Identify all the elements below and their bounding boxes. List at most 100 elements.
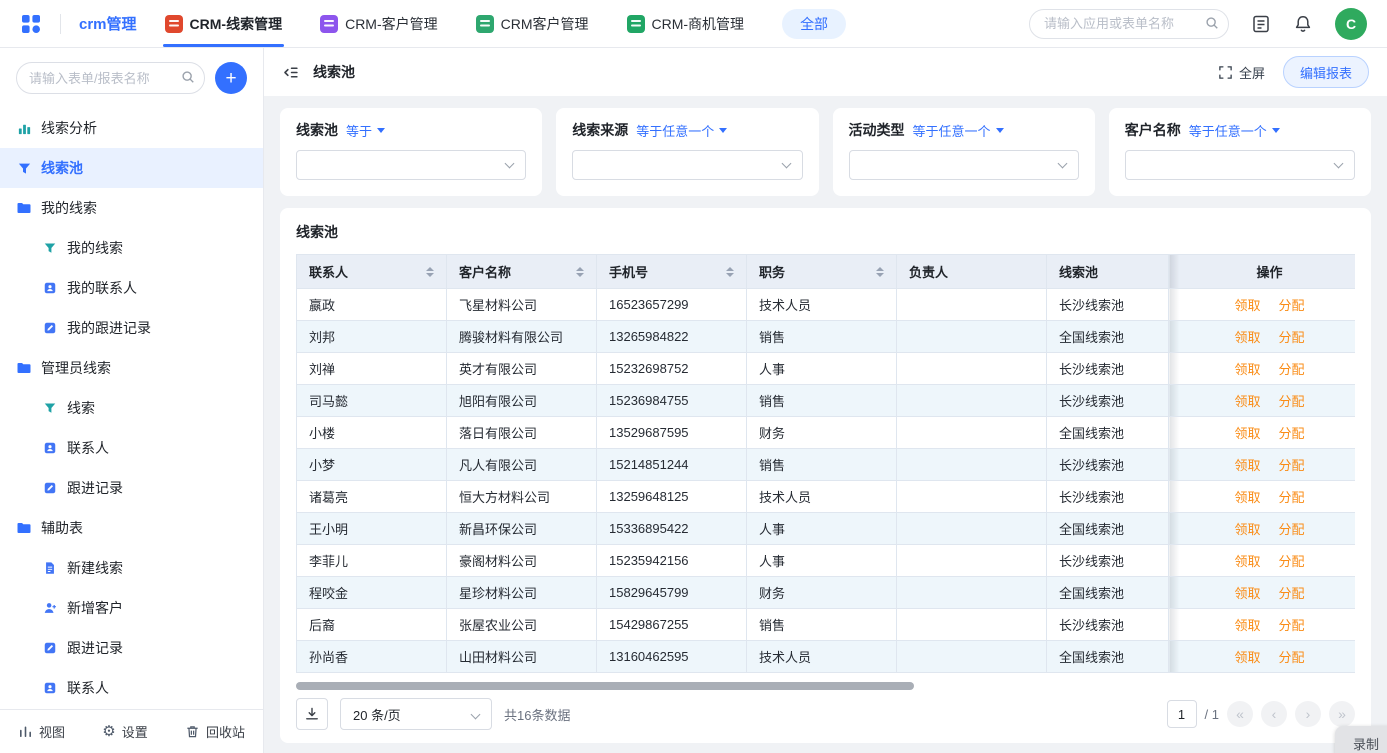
col-header-phone[interactable]: 手机号 — [597, 255, 747, 289]
sidebar-item-followup-records-aux[interactable]: 跟进记录 — [0, 628, 263, 668]
sidebar-item-lead-pool[interactable]: 线索池 — [0, 148, 263, 188]
claim-link[interactable]: 领取 — [1234, 394, 1260, 409]
form-search-input[interactable] — [16, 62, 205, 94]
claim-link[interactable]: 领取 — [1234, 362, 1260, 377]
cell-actions: 领取 分配 — [1169, 481, 1356, 513]
table-row[interactable]: 诸葛亮恒大方材料公司13259648125技术人员长沙线索池 领取分配 — [297, 481, 1356, 513]
assign-link[interactable]: 分配 — [1279, 618, 1305, 633]
document-icon[interactable] — [1251, 14, 1271, 34]
next-page-button[interactable]: › — [1295, 701, 1321, 727]
sidebar-folder-admin-leads[interactable]: 管理员线索 — [0, 348, 263, 388]
claim-link[interactable]: 领取 — [1234, 490, 1260, 505]
assign-link[interactable]: 分配 — [1279, 362, 1305, 377]
filter-activity-type: 活动类型 等于任意一个 — [833, 108, 1095, 196]
global-search-input[interactable] — [1029, 9, 1229, 39]
app-title[interactable]: crm管理 — [79, 13, 137, 34]
assign-link[interactable]: 分配 — [1279, 650, 1305, 665]
sidebar-item-contacts-aux[interactable]: 联系人 — [0, 668, 263, 708]
col-header-pool[interactable]: 线索池 — [1047, 255, 1169, 289]
tab-crm-lead-mgmt[interactable]: CRM-线索管理 — [165, 0, 283, 47]
horizontal-scrollbar-thumb[interactable] — [296, 682, 914, 690]
all-apps-button[interactable]: 全部 — [782, 9, 846, 39]
add-form-button[interactable]: + — [215, 62, 247, 94]
sort-icon[interactable] — [876, 267, 884, 277]
table-row[interactable]: 刘邦腾骏材料有限公司13265984822销售全国线索池 领取分配 — [297, 321, 1356, 353]
claim-link[interactable]: 领取 — [1234, 586, 1260, 601]
claim-link[interactable]: 领取 — [1234, 458, 1260, 473]
cell-customer: 腾骏材料有限公司 — [447, 321, 597, 353]
assign-link[interactable]: 分配 — [1279, 490, 1305, 505]
sidebar-item-contacts[interactable]: 联系人 — [0, 428, 263, 468]
claim-link[interactable]: 领取 — [1234, 426, 1260, 441]
export-button[interactable] — [296, 698, 328, 730]
table-row[interactable]: 李菲儿豪阁材料公司15235942156人事长沙线索池 领取分配 — [297, 545, 1356, 577]
filter-operator[interactable]: 等于任意一个 — [913, 121, 1004, 140]
sidebar-folder-auxiliary-tables[interactable]: 辅助表 — [0, 508, 263, 548]
prev-page-button[interactable]: ‹ — [1261, 701, 1287, 727]
filter-value-select[interactable] — [572, 150, 802, 180]
assign-link[interactable]: 分配 — [1279, 458, 1305, 473]
col-header-customer[interactable]: 客户名称 — [447, 255, 597, 289]
filter-operator[interactable]: 等于任意一个 — [636, 121, 727, 140]
filter-value-select[interactable] — [1125, 150, 1355, 180]
assign-link[interactable]: 分配 — [1279, 330, 1305, 345]
assign-link[interactable]: 分配 — [1279, 586, 1305, 601]
claim-link[interactable]: 领取 — [1234, 298, 1260, 313]
claim-link[interactable]: 领取 — [1234, 618, 1260, 633]
filter-value-select[interactable] — [849, 150, 1079, 180]
sidebar-item-my-contacts[interactable]: 我的联系人 — [0, 268, 263, 308]
assign-link[interactable]: 分配 — [1279, 426, 1305, 441]
sidebar-item-followup-records[interactable]: 跟进记录 — [0, 468, 263, 508]
assign-link[interactable]: 分配 — [1279, 394, 1305, 409]
sort-icon[interactable] — [426, 267, 434, 277]
current-page-input[interactable]: 1 — [1167, 700, 1197, 728]
sort-icon[interactable] — [576, 267, 584, 277]
edit-report-button[interactable]: 编辑报表 — [1283, 56, 1369, 88]
recycle-bin-button[interactable]: 回收站 — [185, 722, 245, 741]
sidebar-item-new-lead-form[interactable]: 新建线索 — [0, 548, 263, 588]
col-header-contact[interactable]: 联系人 — [297, 255, 447, 289]
table-row[interactable]: 孙尚香山田材料公司13160462595技术人员全国线索池 领取分配 — [297, 641, 1356, 673]
corner-badge[interactable]: 录制 — [1335, 726, 1387, 753]
tab-crm-customer-mgmt[interactable]: CRM-客户管理 — [320, 0, 438, 47]
user-avatar[interactable]: C — [1335, 8, 1367, 40]
fullscreen-button[interactable]: 全屏 — [1218, 63, 1265, 82]
sidebar-item-new-customer-form[interactable]: 新增客户 — [0, 588, 263, 628]
collapse-sidebar-icon[interactable] — [282, 64, 299, 81]
filter-value-select[interactable] — [296, 150, 526, 180]
table-row[interactable]: 后裔张屋农业公司15429867255销售长沙线索池 领取分配 — [297, 609, 1356, 641]
table-row[interactable]: 小楼落日有限公司13529687595财务全国线索池 领取分配 — [297, 417, 1356, 449]
claim-link[interactable]: 领取 — [1234, 522, 1260, 537]
assign-link[interactable]: 分配 — [1279, 554, 1305, 569]
last-page-button[interactable]: » — [1329, 701, 1355, 727]
page-size-select[interactable]: 20 条/页 — [340, 698, 492, 730]
claim-link[interactable]: 领取 — [1234, 554, 1260, 569]
filter-operator[interactable]: 等于任意一个 — [1189, 121, 1280, 140]
assign-link[interactable]: 分配 — [1279, 522, 1305, 537]
assign-link[interactable]: 分配 — [1279, 298, 1305, 313]
tab-crm-opportunity-mgmt[interactable]: CRM-商机管理 — [627, 0, 745, 47]
views-button[interactable]: 视图 — [18, 722, 65, 741]
tab-crm-customer-mgmt-2[interactable]: CRM客户管理 — [476, 0, 589, 47]
filter-operator[interactable]: 等于 — [346, 121, 385, 140]
first-page-button[interactable]: « — [1227, 701, 1253, 727]
settings-button[interactable]: ⚙ 设置 — [102, 722, 147, 741]
claim-link[interactable]: 领取 — [1234, 330, 1260, 345]
table-row[interactable]: 司马懿旭阳有限公司15236984755销售长沙线索池 领取分配 — [297, 385, 1356, 417]
claim-link[interactable]: 领取 — [1234, 650, 1260, 665]
sidebar-item-my-followup-records[interactable]: 我的跟进记录 — [0, 308, 263, 348]
table-row[interactable]: 刘禅英才有限公司15232698752人事长沙线索池 领取分配 — [297, 353, 1356, 385]
notification-bell-icon[interactable] — [1293, 14, 1313, 34]
table-row[interactable]: 嬴政飞星材料公司16523657299技术人员长沙线索池 领取分配 — [297, 289, 1356, 321]
col-header-owner[interactable]: 负责人 — [897, 255, 1047, 289]
table-row[interactable]: 王小明新昌环保公司15336895422人事全国线索池 领取分配 — [297, 513, 1356, 545]
sidebar-folder-my-leads[interactable]: 我的线索 — [0, 188, 263, 228]
table-row[interactable]: 程咬金星珍材料公司15829645799财务全国线索池 领取分配 — [297, 577, 1356, 609]
table-row[interactable]: 小梦凡人有限公司15214851244销售长沙线索池 领取分配 — [297, 449, 1356, 481]
col-header-position[interactable]: 职务 — [747, 255, 897, 289]
sidebar-item-my-leads[interactable]: 我的线索 — [0, 228, 263, 268]
sidebar-item-leads[interactable]: 线索 — [0, 388, 263, 428]
app-grid-logo-icon[interactable] — [20, 13, 42, 35]
sort-icon[interactable] — [726, 267, 734, 277]
sidebar-item-lead-analysis[interactable]: 线索分析 — [0, 108, 263, 148]
